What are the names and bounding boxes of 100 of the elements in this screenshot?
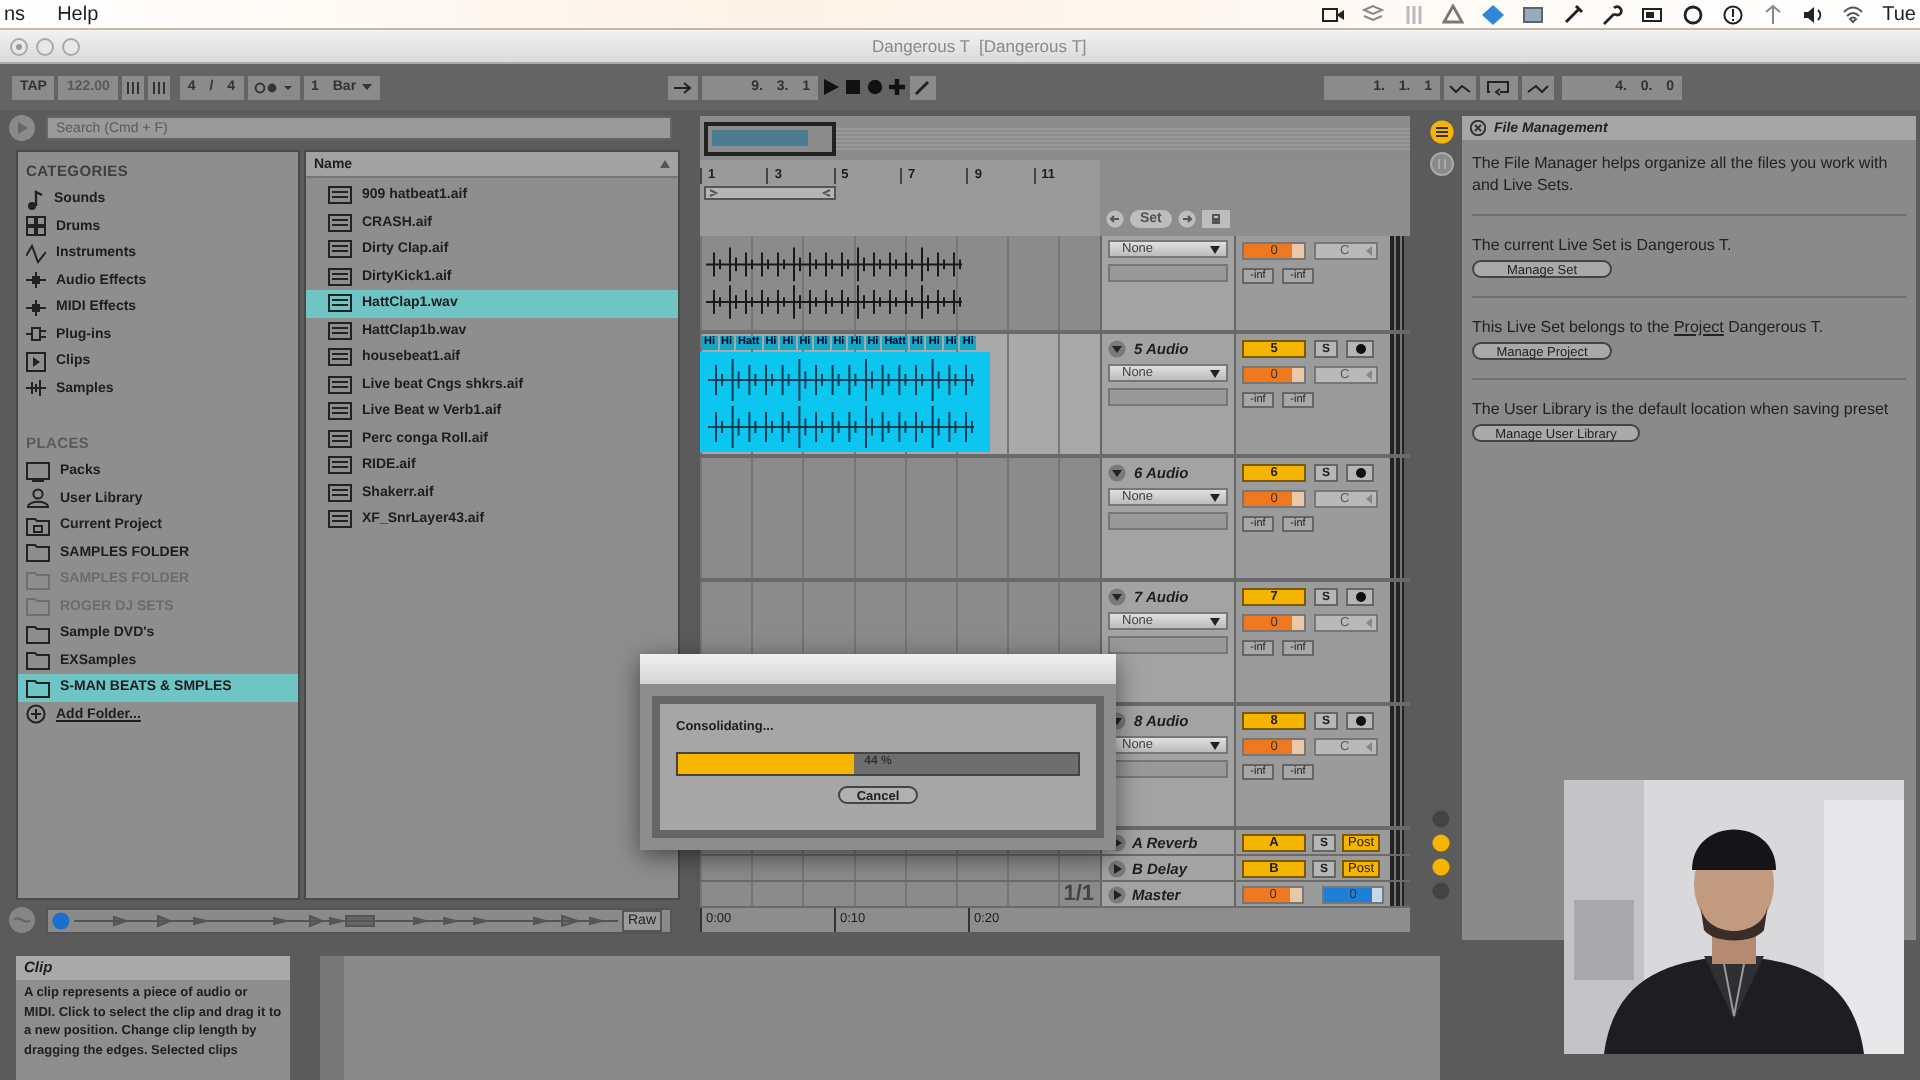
caret-icon [362, 83, 373, 91]
fold-icon[interactable] [1108, 587, 1126, 605]
volume-icon[interactable] [1802, 3, 1825, 25]
punch-in-icon[interactable] [1444, 75, 1477, 99]
back-arrow-icon[interactable] [1106, 210, 1124, 228]
close-icon[interactable] [1470, 120, 1486, 136]
audio-file-icon [328, 348, 352, 367]
plus-circle-icon[interactable] [26, 704, 46, 725]
plus-icon[interactable] [888, 78, 907, 96]
level-meter [1390, 334, 1404, 454]
box-icon[interactable] [1362, 3, 1385, 25]
record-icon [1355, 343, 1365, 353]
play-box-icon [26, 351, 46, 372]
folder-icon [26, 650, 50, 671]
draw-mode-icon[interactable] [910, 75, 937, 99]
caret-icon [1210, 493, 1220, 501]
arm-button[interactable] [1346, 711, 1374, 729]
audio-file-icon [328, 267, 352, 286]
level-meter [1390, 236, 1404, 330]
forward-arrow-icon[interactable] [1177, 210, 1196, 228]
caret-icon [1210, 369, 1220, 377]
menu-item[interactable]: Help [57, 3, 99, 25]
pen-icon[interactable] [1562, 3, 1585, 25]
sync-icon[interactable] [1682, 3, 1705, 25]
plug-icon [26, 324, 46, 345]
caret-icon [1210, 617, 1220, 625]
caret-icon [1210, 245, 1220, 253]
input-field[interactable] [1108, 636, 1228, 654]
pan-marker-icon [1366, 369, 1372, 379]
mixer-icon[interactable] [1432, 858, 1450, 876]
audio-file-icon [328, 429, 352, 448]
arm-button[interactable] [1346, 587, 1374, 605]
expand-icon[interactable] [1108, 859, 1126, 877]
audio-file-icon [328, 456, 352, 475]
follow-icon[interactable] [668, 75, 699, 99]
record-icon[interactable] [866, 78, 885, 96]
wave-icon [26, 243, 46, 264]
alert-icon[interactable] [1722, 3, 1745, 25]
input-field[interactable] [1108, 388, 1228, 406]
tool-icon[interactable] [1602, 3, 1625, 25]
audio-file-icon [328, 213, 352, 232]
arm-button[interactable] [1346, 463, 1374, 481]
nudge-down-icon[interactable] [121, 75, 144, 99]
audio-file-icon [328, 240, 352, 259]
loop-icon[interactable] [1480, 75, 1519, 99]
person-icon [26, 488, 50, 509]
arrows-icon[interactable] [1762, 3, 1785, 25]
battery-icon[interactable] [1642, 3, 1665, 25]
record-icon [1355, 467, 1365, 477]
close-icon[interactable] [10, 37, 28, 55]
triangle-icon[interactable] [1442, 3, 1465, 25]
image-icon[interactable] [1522, 3, 1545, 25]
sort-icon [660, 160, 670, 168]
level-meter [1390, 706, 1404, 826]
play-icon[interactable] [822, 78, 841, 96]
punch-out-icon[interactable] [1522, 75, 1555, 99]
note-icon [26, 189, 44, 210]
audio-file-icon [328, 375, 352, 394]
stop-icon[interactable] [844, 78, 863, 96]
nudge-up-icon[interactable] [147, 75, 170, 99]
lock-icon[interactable] [1201, 210, 1230, 228]
menu-item[interactable]: ns [4, 3, 26, 25]
page-counter: 1/1 [1063, 882, 1096, 906]
record-icon [1355, 715, 1365, 725]
pause-circle-icon[interactable] [1429, 152, 1453, 176]
folder-icon [26, 623, 50, 644]
menu-icon[interactable] [1429, 120, 1453, 144]
audio-file-icon [328, 483, 352, 502]
monitor-icon [26, 461, 50, 482]
help-text: The current Live Set is Dangerous T. [1472, 234, 1734, 256]
waveform-icon [26, 378, 46, 399]
folder-icon [26, 596, 50, 617]
audio-file-icon [328, 294, 352, 313]
metronome-icon[interactable] [247, 75, 300, 99]
input-field[interactable] [1108, 264, 1228, 282]
track-lane[interactable]: 1/1 [700, 882, 1100, 906]
fold-icon[interactable] [1108, 339, 1126, 357]
return-icon[interactable] [1432, 834, 1450, 852]
folder-icon [26, 677, 50, 698]
camera-icon[interactable] [1322, 3, 1345, 25]
slider-icon [26, 270, 46, 291]
loop-brace[interactable] [704, 186, 836, 200]
input-field[interactable] [1108, 512, 1228, 530]
record-icon [1355, 591, 1365, 601]
audio-clip[interactable] [700, 352, 990, 452]
overview-bar[interactable] [700, 116, 1410, 160]
pan-marker-icon [1366, 741, 1372, 751]
expand-icon[interactable] [1108, 885, 1126, 903]
wifi-icon[interactable] [1842, 3, 1865, 25]
help-text: This Live Set belongs to the Project Dangerous T. [1472, 316, 1826, 338]
arm-button[interactable] [1346, 339, 1374, 357]
clock[interactable]: Tue [1882, 3, 1916, 25]
project-link[interactable]: Project [1673, 318, 1724, 336]
fold-icon[interactable] [1108, 463, 1126, 481]
help-text: The File Manager helps organize all the files you work with and Live Sets. [1472, 152, 1890, 196]
pan-marker-icon [1366, 617, 1372, 627]
diamond-icon[interactable] [1482, 3, 1505, 25]
grid-icon [26, 216, 46, 237]
audio-file-icon [328, 186, 352, 205]
folder-icon [26, 542, 50, 563]
